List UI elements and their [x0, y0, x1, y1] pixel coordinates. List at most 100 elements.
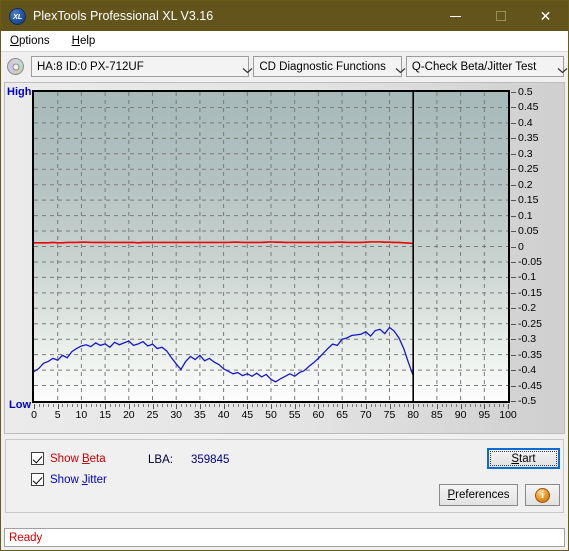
- y-tick-mark: [511, 138, 516, 140]
- maximize-button[interactable]: [478, 1, 523, 31]
- x-tick-mark: [105, 404, 107, 409]
- x-minor-tick-mark: [503, 404, 505, 407]
- x-minor-tick-mark: [138, 404, 140, 407]
- drive-select[interactable]: HA:8 ID:0 PX-712UF: [31, 56, 253, 77]
- show-jitter-checkbox[interactable]: [31, 473, 44, 486]
- x-minor-tick-mark: [124, 404, 126, 407]
- x-minor-tick-mark: [498, 404, 500, 407]
- show-beta-row[interactable]: Show Beta: [31, 452, 106, 465]
- x-minor-tick-mark: [427, 404, 429, 407]
- x-tick-mark: [342, 404, 344, 409]
- minimize-button[interactable]: [433, 1, 478, 31]
- x-minor-tick-mark: [161, 404, 163, 407]
- series-beta: [34, 241, 414, 245]
- show-jitter-row[interactable]: Show Jitter: [31, 473, 107, 486]
- window-controls: ✕: [433, 1, 568, 31]
- info-button[interactable]: i: [525, 484, 560, 506]
- x-minor-tick-mark: [147, 404, 149, 407]
- x-tick-mark: [247, 404, 249, 409]
- preferences-button-label: Preferences: [447, 489, 510, 501]
- x-minor-tick-mark: [408, 404, 410, 407]
- x-minor-tick-mark: [289, 404, 291, 407]
- x-tick-mark: [176, 404, 178, 409]
- lba-label: LBA:: [148, 454, 173, 466]
- x-tick-mark: [318, 404, 320, 409]
- x-tick-mark: [365, 404, 367, 409]
- y-tick-label: 0: [518, 240, 524, 253]
- close-button[interactable]: ✕: [523, 1, 568, 31]
- x-minor-tick-mark: [432, 404, 434, 407]
- show-beta-label: Show Beta: [50, 452, 106, 465]
- x-minor-tick-mark: [109, 404, 111, 407]
- x-minor-tick-mark: [67, 404, 69, 407]
- x-minor-tick-mark: [384, 404, 386, 407]
- minimize-icon: [450, 15, 461, 17]
- x-tick-mark: [199, 404, 201, 409]
- y-tick-mark: [511, 92, 516, 93]
- x-minor-tick-mark: [313, 404, 315, 407]
- x-minor-tick-mark: [76, 404, 78, 407]
- y-tick-label: -0.45: [518, 379, 542, 392]
- x-minor-tick-mark: [441, 404, 443, 407]
- x-tick-mark: [508, 404, 509, 409]
- y-tick-mark: [511, 107, 516, 109]
- x-tick-mark: [436, 404, 438, 409]
- function-select[interactable]: CD Diagnostic Functions: [253, 56, 406, 77]
- y-tick-label: 0.4: [518, 116, 533, 129]
- function-select-value: CD Diagnostic Functions: [259, 60, 386, 73]
- x-minor-tick-mark: [190, 404, 192, 407]
- x-minor-tick-mark: [195, 404, 197, 407]
- x-minor-tick-mark: [100, 404, 102, 407]
- x-minor-tick-mark: [171, 404, 173, 407]
- x-tick-mark: [389, 404, 391, 409]
- x-minor-tick-mark: [43, 404, 45, 407]
- y-tick-label: -0.2: [518, 302, 537, 315]
- x-tick-mark: [152, 404, 154, 409]
- x-minor-tick-mark: [218, 404, 220, 407]
- x-minor-tick-mark: [356, 404, 358, 407]
- y-tick-label: -0.3: [518, 333, 537, 346]
- x-minor-tick-mark: [422, 404, 424, 407]
- maximize-icon: [495, 11, 506, 21]
- y-tick-label: 0.5: [518, 86, 533, 98]
- y-tick-mark: [511, 153, 516, 155]
- x-minor-tick-mark: [337, 404, 339, 407]
- x-minor-tick-mark: [479, 404, 481, 407]
- x-minor-tick-mark: [308, 404, 310, 407]
- window-title: PlexTools Professional XL V3.16: [33, 9, 214, 23]
- x-minor-tick-mark: [403, 404, 405, 407]
- test-select[interactable]: Q-Check Beta/Jitter Test: [405, 56, 568, 77]
- show-beta-checkbox[interactable]: [31, 452, 44, 465]
- x-minor-tick-mark: [252, 404, 254, 407]
- app-logo-icon: XL: [9, 7, 26, 25]
- x-minor-tick-mark: [299, 404, 301, 407]
- x-minor-tick-mark: [38, 404, 40, 407]
- start-button[interactable]: Start: [487, 448, 560, 469]
- menu-item-help[interactable]: Help: [70, 33, 106, 49]
- y-tick-label: -0.35: [518, 348, 542, 361]
- y-tick-label: 0.3: [518, 147, 533, 160]
- y-tick-label: 0.35: [518, 132, 539, 145]
- x-minor-tick-mark: [48, 404, 50, 407]
- menu-item-options[interactable]: Options: [8, 33, 60, 49]
- status-bar: Ready: [4, 528, 565, 547]
- x-minor-tick-mark: [451, 404, 453, 407]
- x-tick-mark: [460, 404, 462, 409]
- y-tick-label: -0.05: [518, 255, 542, 268]
- x-minor-tick-mark: [166, 404, 168, 407]
- x-minor-tick-mark: [375, 404, 377, 407]
- x-minor-tick-mark: [346, 404, 348, 407]
- preferences-button[interactable]: Preferences: [439, 484, 518, 506]
- y-tick-mark: [511, 339, 516, 341]
- x-minor-tick-mark: [275, 404, 277, 407]
- x-tick-mark: [484, 404, 486, 409]
- x-minor-tick-mark: [332, 404, 334, 407]
- x-tick-mark: [81, 404, 83, 409]
- menu-item-help-label: elp: [79, 35, 96, 47]
- x-tick-mark: [128, 404, 130, 409]
- x-minor-tick-mark: [370, 404, 372, 407]
- y-tick-label: -0.1: [518, 271, 537, 284]
- title-bar: XL PlexTools Professional XL V3.16 ✕: [1, 1, 568, 31]
- chart-svg: [34, 92, 508, 401]
- x-minor-tick-mark: [256, 404, 258, 407]
